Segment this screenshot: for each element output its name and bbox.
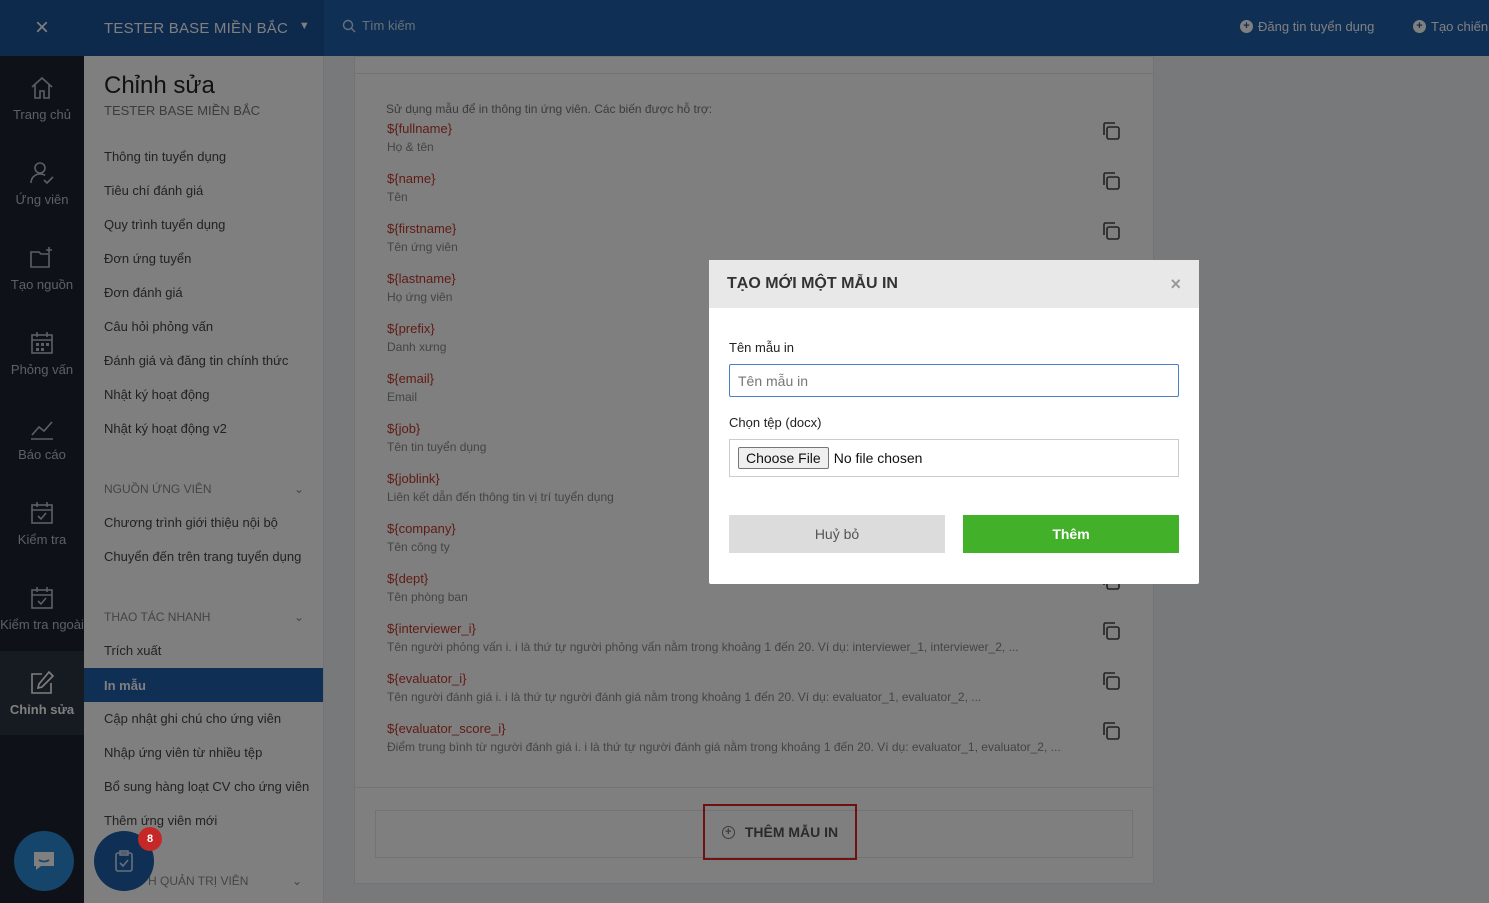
file-input[interactable]: Choose File No file chosen (729, 439, 1179, 477)
template-name-label: Tên mẫu in (729, 340, 795, 355)
cancel-button[interactable]: Huỷ bỏ (729, 515, 945, 553)
close-icon[interactable]: × (1170, 274, 1181, 295)
template-name-input[interactable] (729, 364, 1179, 397)
task-count-badge: 8 (138, 827, 162, 851)
choose-file-button[interactable]: Choose File (738, 447, 829, 469)
submit-button[interactable]: Thêm (963, 515, 1179, 553)
file-status: No file chosen (833, 450, 923, 466)
file-label: Chọn tệp (docx) (729, 415, 822, 430)
modal-title: TẠO MỚI MỘT MẪU IN (727, 275, 898, 292)
create-template-modal: TẠO MỚI MỘT MẪU IN × Tên mẫu in Chọn tệp… (709, 260, 1199, 584)
modal-header: TẠO MỚI MỘT MẪU IN × (709, 260, 1199, 308)
